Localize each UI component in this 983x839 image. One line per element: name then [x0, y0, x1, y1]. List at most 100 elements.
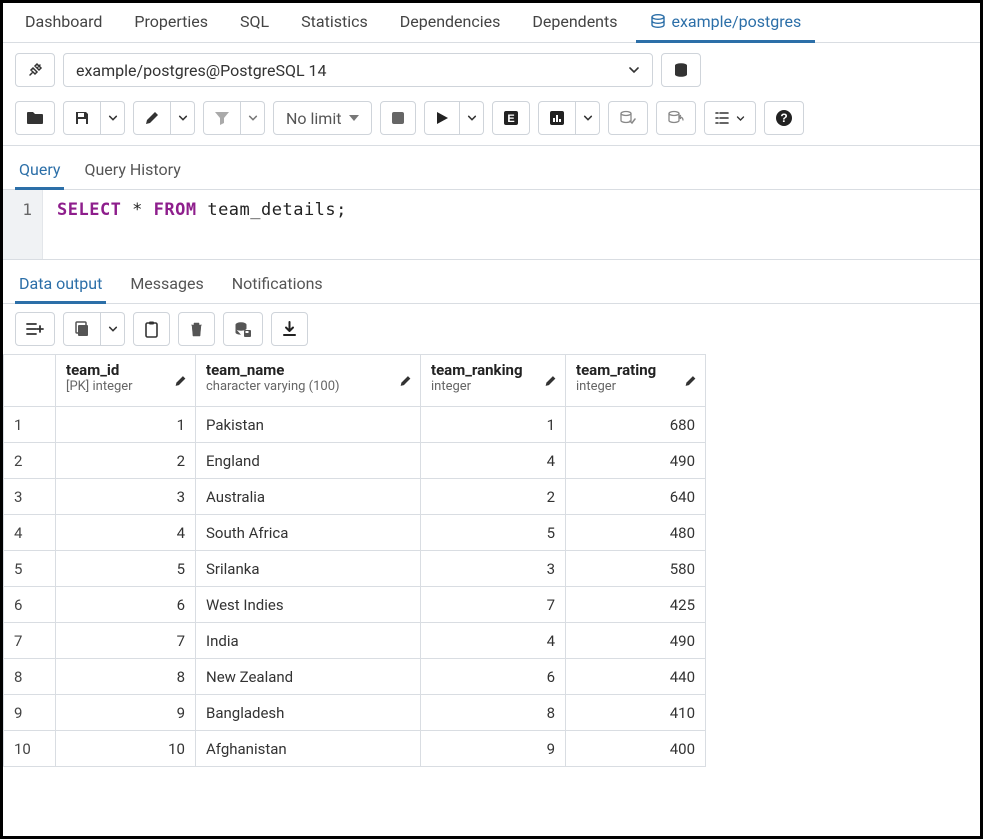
rollback-button[interactable]	[656, 101, 696, 135]
table-row[interactable]: 1010Afghanistan9400	[4, 731, 706, 767]
cell-team-id[interactable]: 1	[56, 407, 196, 443]
cell-team-ranking[interactable]: 7	[421, 587, 566, 623]
new-connection-button[interactable]	[661, 53, 701, 87]
row-number[interactable]: 5	[4, 551, 56, 587]
filter-button[interactable]	[203, 101, 241, 135]
tab-notifications[interactable]: Notifications	[228, 266, 327, 304]
cell-team-ranking[interactable]: 4	[421, 443, 566, 479]
cell-team-rating[interactable]: 680	[566, 407, 706, 443]
cell-team-ranking[interactable]: 2	[421, 479, 566, 515]
filter-dropdown-button[interactable]	[241, 101, 265, 135]
cell-team-id[interactable]: 5	[56, 551, 196, 587]
cell-team-rating[interactable]: 480	[566, 515, 706, 551]
tab-dependencies[interactable]: Dependencies	[386, 3, 515, 43]
help-button[interactable]: ?	[764, 101, 804, 135]
save-data-button[interactable]	[223, 312, 263, 346]
explain-analyze-dropdown-button[interactable]	[576, 101, 600, 135]
cell-team-name[interactable]: South Africa	[196, 515, 421, 551]
cell-team-ranking[interactable]: 3	[421, 551, 566, 587]
copy-button[interactable]	[63, 312, 101, 346]
tab-dependents[interactable]: Dependents	[518, 3, 631, 43]
stop-button[interactable]	[380, 101, 416, 135]
row-number[interactable]: 8	[4, 659, 56, 695]
cell-team-name[interactable]: Afghanistan	[196, 731, 421, 767]
cell-team-name[interactable]: Bangladesh	[196, 695, 421, 731]
row-number-header[interactable]	[4, 355, 56, 407]
cell-team-ranking[interactable]: 6	[421, 659, 566, 695]
explain-analyze-button[interactable]	[538, 101, 576, 135]
row-number[interactable]: 9	[4, 695, 56, 731]
open-file-button[interactable]	[15, 101, 55, 135]
tab-data-output[interactable]: Data output	[15, 266, 106, 304]
cell-team-rating[interactable]: 410	[566, 695, 706, 731]
cell-team-id[interactable]: 7	[56, 623, 196, 659]
tab-query-history[interactable]: Query History	[80, 152, 184, 190]
cell-team-name[interactable]: India	[196, 623, 421, 659]
cell-team-id[interactable]: 8	[56, 659, 196, 695]
row-number[interactable]: 10	[4, 731, 56, 767]
pencil-icon[interactable]	[544, 374, 557, 387]
cell-team-rating[interactable]: 490	[566, 623, 706, 659]
row-number[interactable]: 4	[4, 515, 56, 551]
cell-team-ranking[interactable]: 5	[421, 515, 566, 551]
edit-button[interactable]	[133, 101, 171, 135]
cell-team-ranking[interactable]: 8	[421, 695, 566, 731]
delete-row-button[interactable]	[178, 312, 215, 346]
editor-code[interactable]: SELECT * FROM team_details;	[43, 190, 361, 259]
cell-team-rating[interactable]: 425	[566, 587, 706, 623]
cell-team-id[interactable]: 3	[56, 479, 196, 515]
macros-button[interactable]	[704, 101, 756, 135]
run-button[interactable]	[424, 101, 460, 135]
limit-select[interactable]: No limit	[273, 101, 372, 135]
column-header-team-rating[interactable]: team_rating integer	[566, 355, 706, 407]
cell-team-name[interactable]: New Zealand	[196, 659, 421, 695]
copy-dropdown-button[interactable]	[101, 312, 125, 346]
cell-team-id[interactable]: 6	[56, 587, 196, 623]
table-row[interactable]: 44South Africa5480	[4, 515, 706, 551]
cell-team-id[interactable]: 10	[56, 731, 196, 767]
connection-status-button[interactable]	[15, 53, 55, 87]
pencil-icon[interactable]	[174, 374, 187, 387]
cell-team-ranking[interactable]: 9	[421, 731, 566, 767]
tab-sql[interactable]: SQL	[226, 3, 283, 43]
cell-team-name[interactable]: England	[196, 443, 421, 479]
cell-team-rating[interactable]: 440	[566, 659, 706, 695]
tab-query-tool[interactable]: example/postgres	[636, 3, 816, 43]
cell-team-name[interactable]: Srilanka	[196, 551, 421, 587]
row-number[interactable]: 3	[4, 479, 56, 515]
tab-statistics[interactable]: Statistics	[287, 3, 382, 43]
commit-button[interactable]	[608, 101, 648, 135]
sql-editor[interactable]: 1 SELECT * FROM team_details;	[3, 190, 980, 260]
row-number[interactable]: 2	[4, 443, 56, 479]
download-button[interactable]	[271, 312, 308, 346]
run-dropdown-button[interactable]	[460, 101, 484, 135]
row-number[interactable]: 1	[4, 407, 56, 443]
add-row-button[interactable]	[15, 312, 55, 346]
column-header-team-ranking[interactable]: team_ranking integer	[421, 355, 566, 407]
table-row[interactable]: 99Bangladesh8410	[4, 695, 706, 731]
cell-team-rating[interactable]: 640	[566, 479, 706, 515]
cell-team-rating[interactable]: 580	[566, 551, 706, 587]
table-row[interactable]: 22England4490	[4, 443, 706, 479]
pencil-icon[interactable]	[399, 374, 412, 387]
tab-query[interactable]: Query	[15, 152, 64, 190]
column-header-team-name[interactable]: team_name character varying (100)	[196, 355, 421, 407]
pencil-icon[interactable]	[684, 374, 697, 387]
column-header-team-id[interactable]: team_id [PK] integer	[56, 355, 196, 407]
connection-select[interactable]: example/postgres@PostgreSQL 14	[63, 53, 653, 87]
edit-dropdown-button[interactable]	[171, 101, 195, 135]
row-number[interactable]: 6	[4, 587, 56, 623]
table-row[interactable]: 11Pakistan1680	[4, 407, 706, 443]
tab-messages[interactable]: Messages	[126, 266, 207, 304]
cell-team-id[interactable]: 9	[56, 695, 196, 731]
cell-team-ranking[interactable]: 4	[421, 623, 566, 659]
tab-dashboard[interactable]: Dashboard	[11, 3, 116, 43]
cell-team-id[interactable]: 4	[56, 515, 196, 551]
cell-team-name[interactable]: Australia	[196, 479, 421, 515]
table-row[interactable]: 77India4490	[4, 623, 706, 659]
cell-team-rating[interactable]: 400	[566, 731, 706, 767]
row-number[interactable]: 7	[4, 623, 56, 659]
cell-team-name[interactable]: Pakistan	[196, 407, 421, 443]
cell-team-id[interactable]: 2	[56, 443, 196, 479]
save-button[interactable]	[63, 101, 101, 135]
